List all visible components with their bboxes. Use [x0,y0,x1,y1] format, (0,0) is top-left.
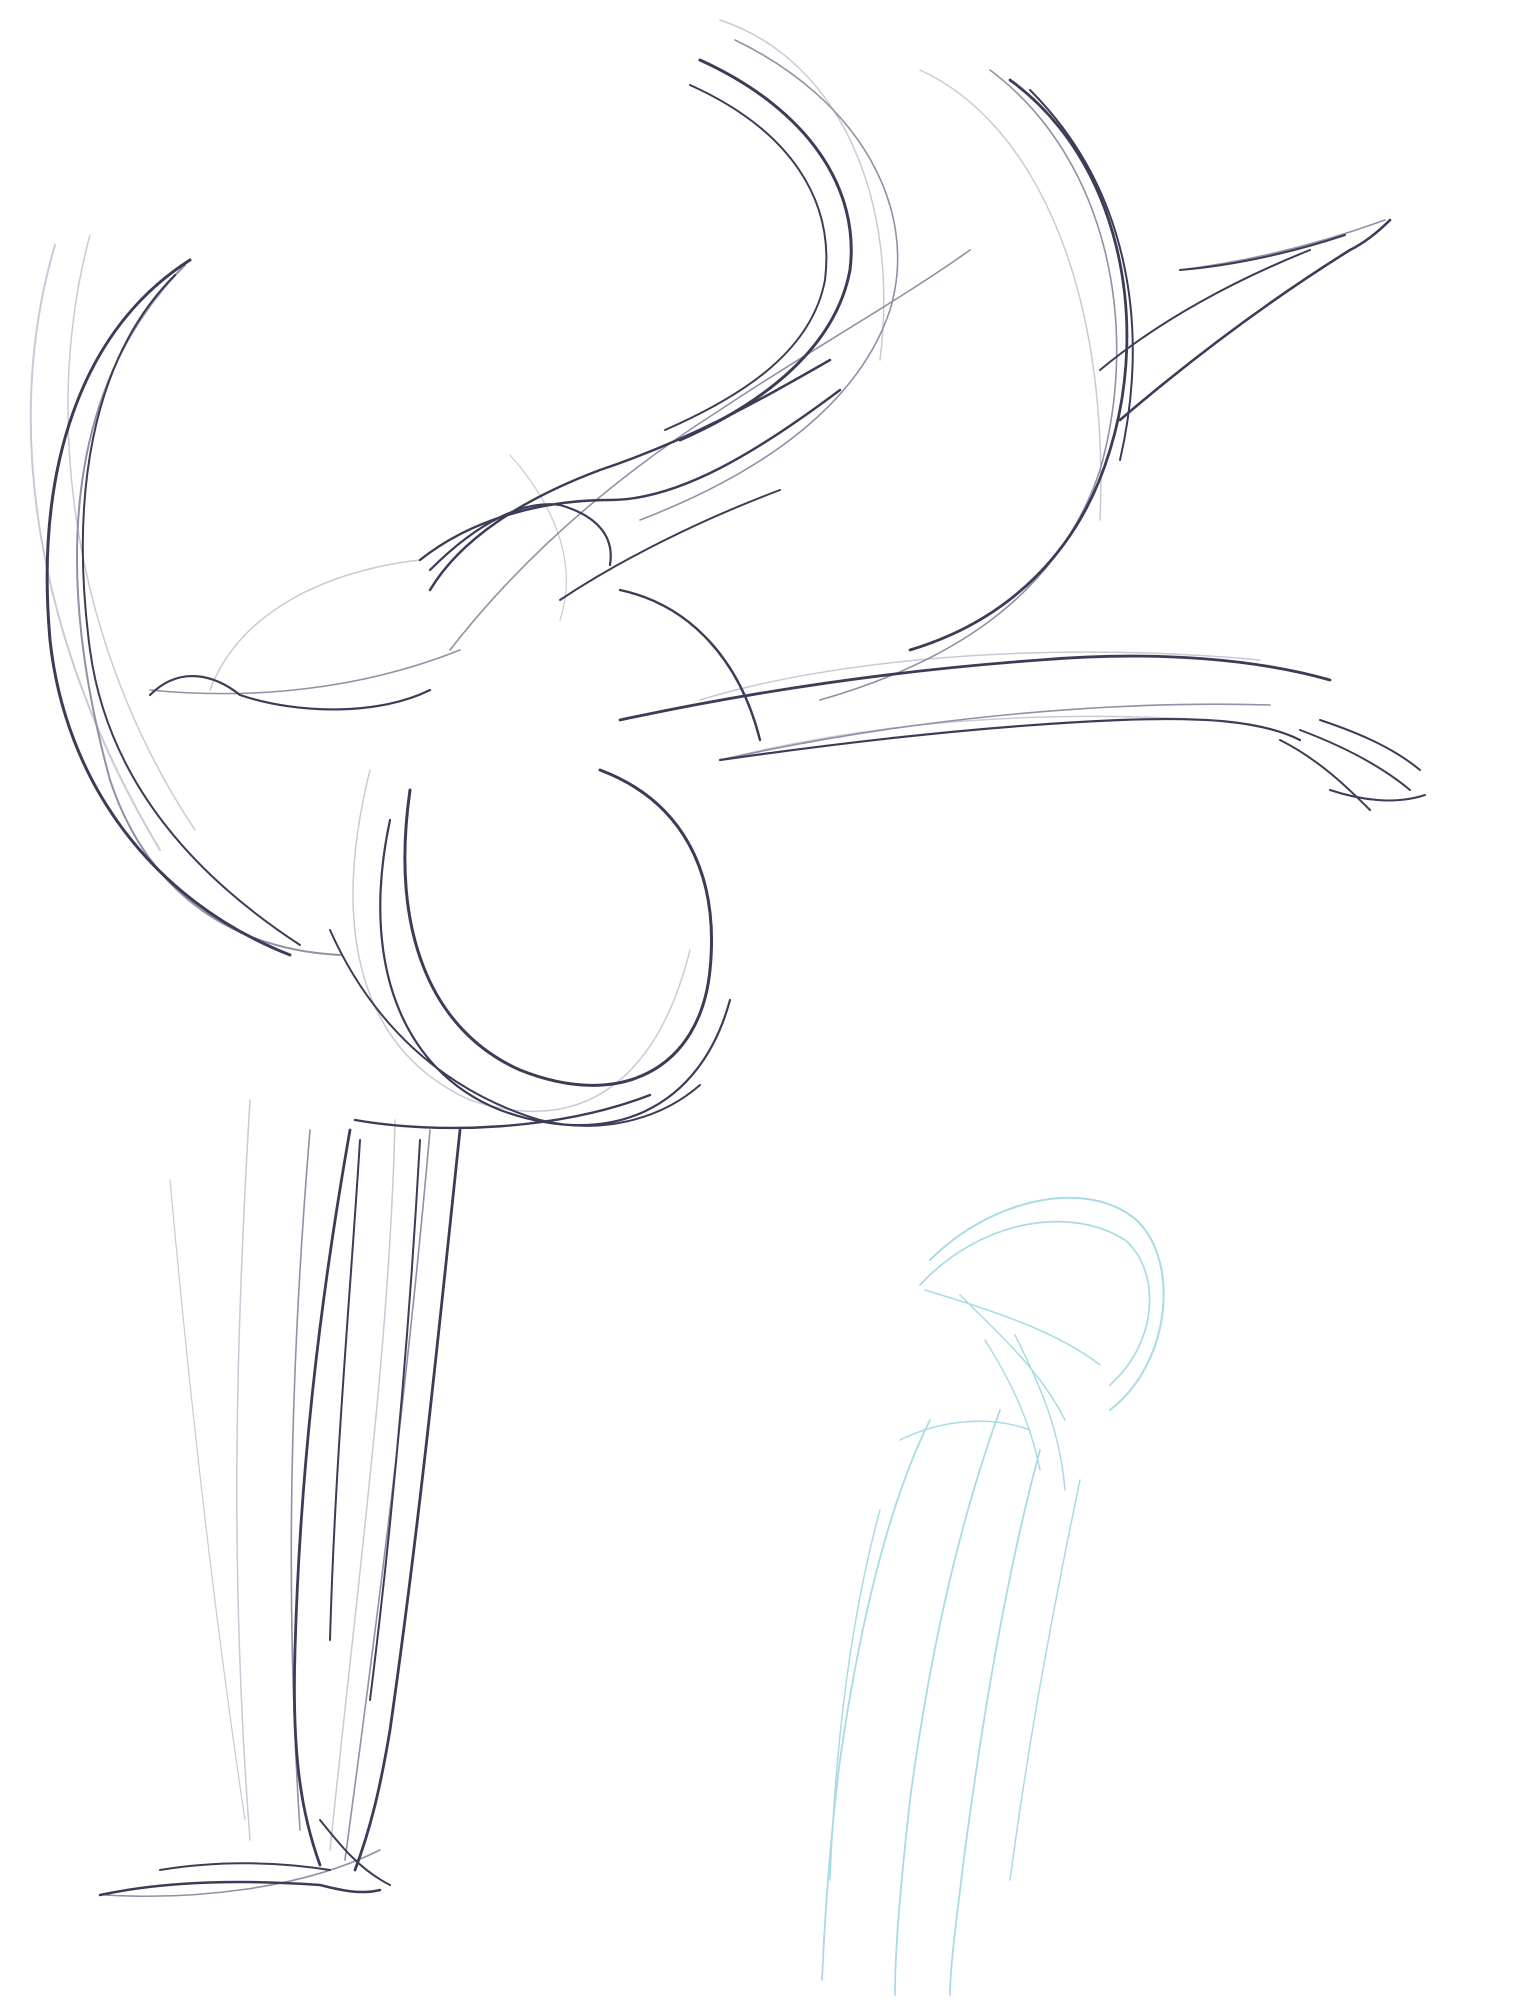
sketch-canvas [0,0,1521,2000]
cyan-figure-sketch [821,1196,1165,1996]
construction-strokes [29,19,1261,1851]
sketch-drawing [29,19,1426,1996]
primary-figure-sketch [45,58,1426,1897]
gesture-strokes [76,39,1386,1897]
